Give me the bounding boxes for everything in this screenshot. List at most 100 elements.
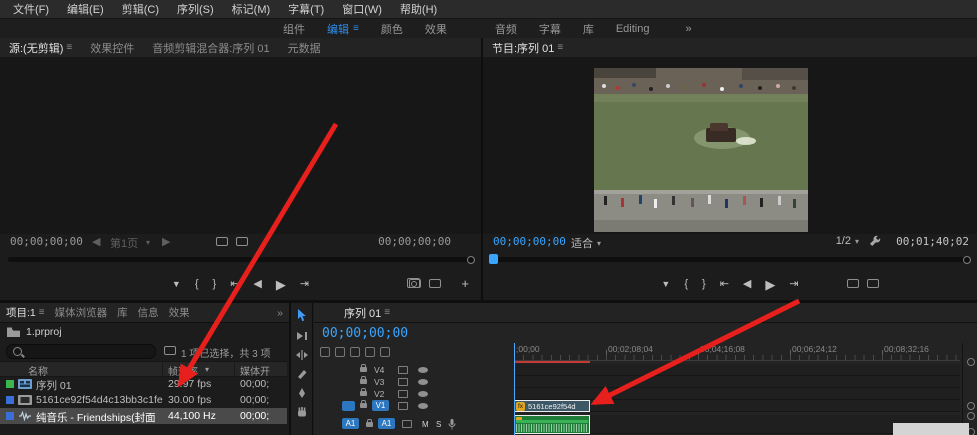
workspace-tab-captions[interactable]: 字幕 bbox=[528, 21, 572, 37]
goto-in-icon[interactable]: ⇤ bbox=[720, 279, 729, 290]
workspace-tab-color[interactable]: 颜色 bbox=[370, 21, 414, 37]
goto-out-icon[interactable]: ⇥ bbox=[300, 279, 309, 290]
menu-item-help[interactable]: 帮助(H) bbox=[391, 1, 446, 17]
menu-item-edit[interactable]: 编辑(E) bbox=[58, 1, 113, 17]
play-icon[interactable]: ▶ bbox=[765, 278, 775, 291]
scroll-handle-icon[interactable] bbox=[967, 402, 975, 410]
project-row-video-clip[interactable]: 5161ce92f54d4c13bb3c1fe 30.00 fps 00;00; bbox=[0, 392, 287, 408]
mark-out-icon[interactable]: } bbox=[213, 279, 217, 290]
tool-hand[interactable] bbox=[296, 407, 308, 417]
label-color-chip[interactable] bbox=[6, 412, 14, 420]
menu-item-marker[interactable]: 标记(M) bbox=[223, 1, 280, 17]
step-back-icon[interactable]: ◀ bbox=[743, 279, 751, 290]
source-page-prev-icon[interactable]: ◀ bbox=[92, 235, 100, 248]
program-settings-wrench-icon[interactable] bbox=[869, 235, 881, 247]
sync-lock-icon[interactable] bbox=[398, 390, 408, 398]
tab-effect-controls[interactable]: 效果控件 bbox=[90, 40, 134, 56]
step-back-icon[interactable]: ◀ bbox=[253, 279, 261, 290]
tab-libraries[interactable]: 库 bbox=[117, 305, 128, 320]
track-header-v1[interactable]: V1 bbox=[314, 400, 514, 412]
lift-icon[interactable] bbox=[847, 279, 859, 288]
scroll-handle-icon[interactable] bbox=[967, 412, 975, 420]
timeline-ruler[interactable]: ;00;00 00;02;08;04 00;04;16;08 00;06;24;… bbox=[514, 343, 960, 361]
sync-lock-icon[interactable] bbox=[398, 402, 408, 410]
track-target-v1[interactable]: V1 bbox=[372, 400, 389, 411]
nest-toggle-icon[interactable] bbox=[320, 347, 330, 357]
add-marker-icon[interactable]: ▼ bbox=[661, 280, 670, 289]
tab-project[interactable]: 项目:1 ≡ bbox=[6, 305, 45, 320]
play-icon[interactable]: ▶ bbox=[276, 278, 286, 291]
menu-item-window[interactable]: 窗口(W) bbox=[333, 1, 391, 17]
goto-out-icon[interactable]: ⇥ bbox=[789, 279, 798, 290]
tool-razor[interactable] bbox=[296, 369, 308, 379]
voiceover-mic-icon[interactable] bbox=[448, 419, 456, 430]
project-row-audio-clip[interactable]: 纯音乐 - Friendships(封面 44,100 Hz 00;00; bbox=[0, 408, 287, 424]
workspace-menu-icon[interactable]: ≡ bbox=[353, 23, 359, 34]
program-playhead-handle[interactable] bbox=[489, 254, 498, 264]
search-input[interactable] bbox=[6, 344, 156, 359]
workspace-tab-audio[interactable]: 音频 bbox=[484, 21, 528, 37]
timeline-scroll-rail[interactable] bbox=[962, 343, 977, 435]
mark-in-icon[interactable]: { bbox=[684, 279, 688, 290]
track-content-v3[interactable] bbox=[514, 376, 960, 388]
mark-in-icon[interactable]: { bbox=[195, 279, 199, 290]
lock-icon[interactable] bbox=[360, 379, 367, 384]
source-seek-handle[interactable] bbox=[467, 256, 475, 264]
button-editor-plus[interactable]: + bbox=[461, 276, 469, 291]
track-content-v2[interactable] bbox=[514, 388, 960, 400]
list-view-icon[interactable] bbox=[164, 346, 176, 355]
chevron-down-icon[interactable]: ▾ bbox=[146, 238, 150, 247]
program-seek-bar[interactable] bbox=[491, 257, 969, 262]
export-frame-icon[interactable] bbox=[407, 278, 420, 288]
menu-item-sequence[interactable]: 序列(S) bbox=[168, 1, 223, 17]
timeline-display-settings-icon[interactable] bbox=[380, 347, 390, 357]
label-color-chip[interactable] bbox=[6, 380, 14, 388]
extract-icon[interactable] bbox=[867, 279, 879, 288]
label-color-chip[interactable] bbox=[6, 396, 14, 404]
project-bin-name[interactable]: 1.prproj bbox=[26, 326, 62, 338]
tool-ripple-edit[interactable] bbox=[296, 350, 308, 360]
track-header-v4[interactable]: V4 bbox=[314, 364, 514, 376]
panel-menu-icon[interactable]: ≡ bbox=[557, 42, 563, 53]
workspace-tab-effects[interactable]: 效果 bbox=[414, 21, 458, 37]
track-header-a1[interactable]: A1 A1 M S bbox=[314, 415, 514, 434]
workspace-tab-assembly[interactable]: 组件 bbox=[272, 21, 316, 37]
source-page-label[interactable]: 第1页 bbox=[110, 235, 138, 251]
workspace-tab-editing-custom[interactable]: Editing bbox=[605, 23, 661, 35]
tab-audio-clip-mixer[interactable]: 音频剪辑混合器:序列 01 bbox=[152, 40, 269, 56]
project-row-sequence[interactable]: 序列 01 29.97 fps 00;00; bbox=[0, 376, 287, 392]
track-header-v3[interactable]: V3 bbox=[314, 376, 514, 388]
menu-item-title[interactable]: 字幕(T) bbox=[279, 1, 333, 17]
panel-divider[interactable] bbox=[0, 300, 977, 303]
source-patch-a1[interactable]: A1 bbox=[342, 418, 359, 429]
sync-lock-icon[interactable] bbox=[398, 378, 408, 386]
mute-button[interactable]: M bbox=[422, 420, 429, 429]
lock-icon[interactable] bbox=[360, 403, 367, 408]
track-content-v4[interactable] bbox=[514, 364, 960, 376]
lock-icon[interactable] bbox=[366, 422, 373, 427]
add-marker-icon[interactable]: ▼ bbox=[172, 280, 181, 289]
source-page-next-icon[interactable]: ▶ bbox=[162, 235, 170, 248]
tool-track-select-forward[interactable] bbox=[296, 331, 308, 341]
timeline-current-timecode[interactable]: 00;00;00;00 bbox=[322, 326, 408, 341]
tab-program-monitor[interactable]: 节目:序列 01 ≡ bbox=[492, 40, 563, 56]
scroll-handle-icon[interactable] bbox=[967, 358, 975, 366]
source-settings-icon[interactable] bbox=[216, 237, 228, 246]
playback-resolution-dropdown[interactable]: 1/2 ▾ bbox=[836, 235, 859, 247]
tab-info[interactable]: 信息 bbox=[138, 305, 159, 320]
track-visibility-eye-icon[interactable] bbox=[418, 367, 428, 373]
tool-pen[interactable] bbox=[296, 388, 308, 398]
track-header-v2[interactable]: V2 bbox=[314, 388, 514, 400]
add-marker-icon[interactable] bbox=[365, 347, 375, 357]
workspace-overflow-chevron[interactable]: » bbox=[674, 23, 702, 35]
lock-icon[interactable] bbox=[360, 391, 367, 396]
drag-audio-icon[interactable] bbox=[429, 279, 441, 288]
source-output-icon[interactable] bbox=[236, 237, 248, 246]
audio-clip-a1[interactable] bbox=[514, 415, 590, 434]
tab-source-monitor[interactable]: 源:(无剪辑) ≡ bbox=[9, 40, 72, 56]
source-patch-v1[interactable] bbox=[342, 401, 355, 411]
menu-item-file[interactable]: 文件(F) bbox=[4, 1, 58, 17]
panel-menu-icon[interactable]: ≡ bbox=[39, 307, 45, 318]
track-visibility-eye-icon[interactable] bbox=[418, 391, 428, 397]
zoom-fit-dropdown[interactable]: 适合 ▾ bbox=[571, 235, 601, 251]
